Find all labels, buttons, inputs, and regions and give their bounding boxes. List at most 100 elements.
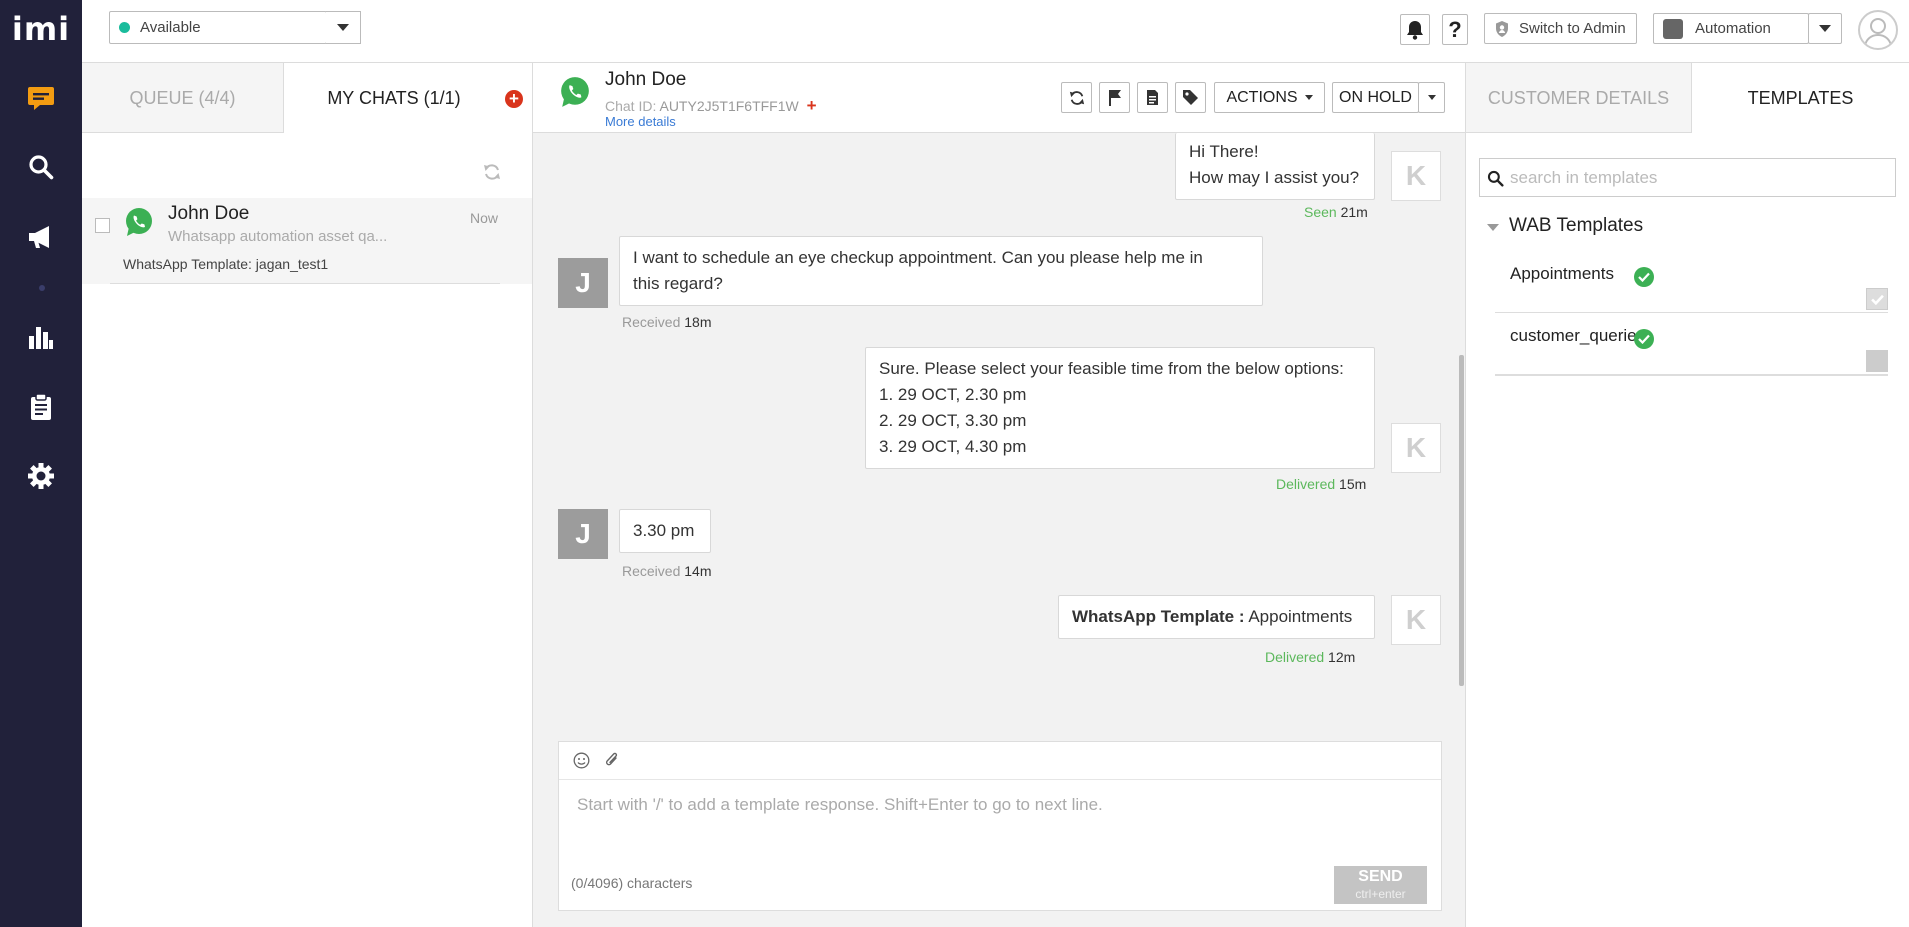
- message-status: Received: [622, 314, 681, 330]
- tab-templates[interactable]: TEMPLATES: [1692, 63, 1909, 133]
- on-hold-button[interactable]: ON HOLD: [1332, 82, 1419, 113]
- list-item-preview: Whatsapp automation asset qa...: [168, 228, 388, 245]
- chat-id-row: Chat ID: AUTY2J5T1F6TFF1W +: [605, 96, 817, 116]
- left-nav: imi: [0, 0, 82, 927]
- agent-avatar: K: [1391, 151, 1441, 201]
- list-item[interactable]: John Doe Now Whatsapp automation asset q…: [82, 198, 532, 284]
- template-search-field[interactable]: search in templates: [1479, 158, 1896, 197]
- chevron-down-icon: [1304, 95, 1313, 100]
- send-button[interactable]: SEND ctrl+enter: [1334, 866, 1427, 904]
- transcript-button[interactable]: [1137, 82, 1168, 113]
- workspace-label: Automation: [1695, 20, 1771, 37]
- message-status: Delivered: [1276, 476, 1336, 492]
- chat-list-panel: QUEUE (4/4) MY CHATS (1/1) + John Doe No…: [82, 63, 533, 927]
- on-hold-label: ON HOLD: [1339, 88, 1412, 106]
- bell-icon: [1407, 20, 1423, 40]
- tag-icon: [1183, 90, 1198, 105]
- on-hold-dropdown-button[interactable]: [1418, 82, 1445, 113]
- message-line: Hi There!: [1189, 142, 1259, 161]
- template-checkbox-checked[interactable]: [1866, 288, 1888, 310]
- send-hint: ctrl+enter: [1355, 887, 1406, 901]
- analytics-icon[interactable]: [0, 317, 82, 357]
- template-group-title[interactable]: WAB Templates: [1509, 215, 1643, 237]
- message-bubble-agent: Sure. Please select your feasible time f…: [865, 347, 1375, 469]
- switch-to-admin-button[interactable]: Switch to Admin: [1484, 13, 1637, 44]
- template-checkbox[interactable]: [1866, 350, 1888, 372]
- message-time: 14m: [684, 563, 712, 579]
- template-item[interactable]: Appointments: [1495, 258, 1888, 313]
- more-details-link[interactable]: More details: [605, 114, 676, 129]
- customer-avatar: J: [558, 258, 608, 308]
- tab-customer-details[interactable]: CUSTOMER DETAILS: [1466, 63, 1692, 133]
- tag-button[interactable]: [1175, 82, 1206, 113]
- emoji-icon[interactable]: [573, 752, 590, 769]
- actions-dropdown[interactable]: ACTIONS: [1214, 82, 1325, 113]
- message-time: 18m: [684, 314, 712, 330]
- message-line: 3. 29 OCT, 4.30 pm: [879, 437, 1027, 456]
- admin-shield-icon: [1496, 20, 1508, 37]
- availability-dropdown-button[interactable]: [326, 11, 361, 44]
- attachment-icon[interactable]: [604, 751, 620, 769]
- add-chat-icon[interactable]: +: [505, 90, 523, 108]
- tab-my-chats[interactable]: MY CHATS (1/1): [284, 63, 504, 133]
- chat-scrollbar[interactable]: [1459, 355, 1464, 686]
- notifications-button[interactable]: [1400, 14, 1430, 45]
- template-search-input[interactable]: search in templates: [1510, 168, 1657, 188]
- message-bubble-customer: 3.30 pm: [619, 509, 711, 553]
- refresh-icon: [1069, 90, 1084, 105]
- message-time: 21m: [1340, 204, 1368, 220]
- message-meta: Received 14m: [622, 563, 712, 579]
- message-line: Sure. Please select your feasible time f…: [879, 359, 1344, 378]
- list-item-time: Now: [470, 210, 499, 226]
- message-line: 2. 29 OCT, 3.30 pm: [879, 411, 1027, 430]
- composer-toolbar: [559, 742, 1441, 780]
- megaphone-icon[interactable]: [0, 217, 82, 257]
- message-time: 15m: [1339, 476, 1367, 492]
- template-label: WhatsApp Template :: [1072, 607, 1245, 626]
- message-meta: Delivered 12m: [1265, 649, 1355, 665]
- approved-badge-icon: [1634, 267, 1654, 287]
- refresh-chat-button[interactable]: [1061, 82, 1092, 113]
- template-message-bubble: WhatsApp Template : Appointments: [1058, 595, 1375, 639]
- help-button[interactable]: ?: [1442, 14, 1468, 45]
- agent-avatar: K: [1391, 595, 1441, 645]
- settings-icon[interactable]: [0, 456, 82, 496]
- contact-name: John Doe: [605, 69, 687, 90]
- template-item-name: customer_queries: [1510, 326, 1646, 345]
- refresh-list-icon[interactable]: [483, 163, 501, 186]
- clipboard-icon[interactable]: [0, 387, 82, 427]
- chat-select-checkbox[interactable]: [95, 218, 110, 233]
- workspace-icon: [1663, 18, 1683, 39]
- approved-badge-icon: [1634, 329, 1654, 349]
- help-icon: ?: [1448, 16, 1462, 42]
- message-status: Delivered: [1265, 649, 1325, 665]
- workspace-select[interactable]: Automation: [1653, 13, 1809, 44]
- chevron-down-icon: [1427, 95, 1436, 100]
- customer-avatar: J: [558, 509, 608, 559]
- message-time: 12m: [1328, 649, 1356, 665]
- tab-queue[interactable]: QUEUE (4/4): [82, 63, 284, 133]
- chat-icon[interactable]: [0, 78, 82, 118]
- add-id-icon[interactable]: +: [807, 96, 817, 115]
- message-line: this regard?: [633, 274, 723, 293]
- flag-icon: [1108, 90, 1121, 106]
- right-panel: CUSTOMER DETAILS TEMPLATES search in tem…: [1465, 63, 1909, 927]
- user-avatar[interactable]: [1858, 10, 1898, 50]
- availability-label: Available: [140, 19, 201, 36]
- imi-logo: imi: [11, 10, 71, 48]
- message-line: 1. 29 OCT, 2.30 pm: [879, 385, 1027, 404]
- agent-avatar: K: [1391, 423, 1441, 473]
- user-icon: [1864, 18, 1892, 47]
- message-input[interactable]: Start with '/' to add a template respons…: [577, 795, 1103, 815]
- flag-button[interactable]: [1099, 82, 1130, 113]
- document-icon: [1147, 90, 1158, 105]
- message-meta: Received 18m: [622, 314, 712, 330]
- search-icon: [1487, 170, 1504, 187]
- search-icon[interactable]: [0, 147, 82, 187]
- availability-select[interactable]: Available: [109, 11, 327, 44]
- collapse-caret-icon[interactable]: [1487, 224, 1499, 231]
- template-item[interactable]: customer_queries: [1495, 320, 1888, 376]
- workspace-dropdown-button[interactable]: [1808, 13, 1842, 44]
- message-line: How may I assist you?: [1189, 168, 1360, 187]
- message-status: Received: [622, 563, 681, 579]
